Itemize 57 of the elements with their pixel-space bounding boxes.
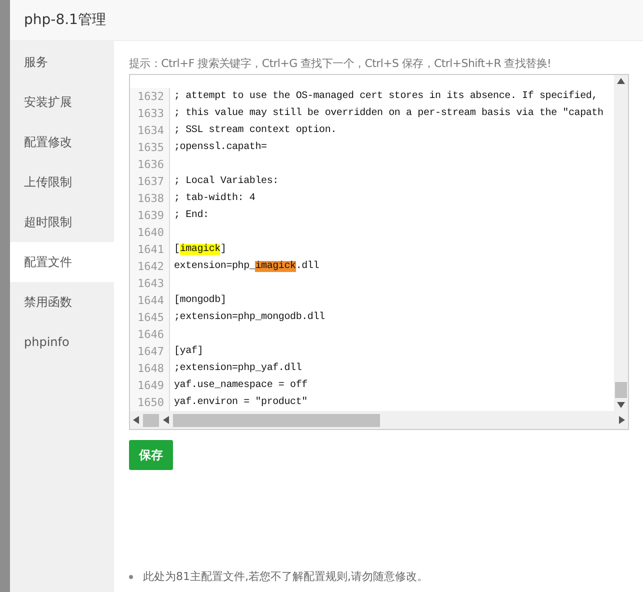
line-number: 1645	[130, 309, 170, 326]
horizontal-scrollbar[interactable]	[130, 411, 628, 429]
code-line: ;openssl.capath=	[173, 142, 267, 153]
scroll-thumb[interactable]	[173, 414, 380, 426]
line-number: 1640	[130, 224, 170, 241]
line-number: 1635	[130, 139, 170, 156]
sidebar-item[interactable]: 配置文件	[10, 242, 114, 282]
sidebar-item[interactable]: 配置修改	[10, 122, 114, 162]
line-number: 1641	[130, 241, 170, 258]
line-number: 1639	[130, 207, 170, 224]
code-line: [mongodb]	[173, 295, 226, 306]
line-number: 1644	[130, 292, 170, 309]
code-line: ; attempt to use the OS-managed cert stores in its absence. If specified,	[173, 91, 598, 102]
line-number: 1632	[130, 88, 170, 105]
scroll-thumb[interactable]	[615, 382, 627, 398]
line-number: 1637	[130, 173, 170, 190]
scroll-up-icon[interactable]	[617, 78, 625, 84]
scroll-thumb[interactable]	[143, 414, 159, 426]
line-number: 1633	[130, 105, 170, 122]
code-line: yaf.use_namespace = off	[173, 380, 308, 391]
line-number: 1647	[130, 343, 170, 360]
sidebar-item[interactable]: 服务	[10, 42, 114, 82]
vertical-scrollbar[interactable]	[614, 75, 628, 411]
code-line: ; SSL stream context option.	[173, 125, 336, 136]
sidebar-item[interactable]: phpinfo	[10, 322, 114, 362]
code-line: yaf.environ = "product"	[173, 397, 308, 408]
bullet-icon	[129, 574, 133, 578]
line-number: 1643	[130, 275, 170, 292]
line-number: 1649	[130, 377, 170, 394]
code-line: ; Local Variables:	[173, 176, 278, 187]
sidebar-item[interactable]: 安装扩展	[10, 82, 114, 122]
code-line: ; End:	[173, 210, 209, 221]
sidebar-item[interactable]: 上传限制	[10, 162, 114, 202]
sidebar-item[interactable]: 禁用函数	[10, 282, 114, 322]
code-line: [yaf]	[173, 346, 204, 357]
scroll-down-icon[interactable]	[617, 402, 625, 408]
code-line: ;extension=php_yaf.dll	[173, 363, 302, 374]
scroll-right-icon[interactable]	[619, 416, 625, 424]
line-number: 1638	[130, 190, 170, 207]
window-title: php-8.1管理	[24, 11, 106, 29]
hint-text: 提示：Ctrl+F 搜索关键字，Ctrl+G 查找下一个，Ctrl+S 保存，Ctrl+Shift+R 查找替换!	[129, 56, 552, 72]
code-line: ;extension=php_mongodb.dll	[173, 312, 325, 323]
line-number: 1650	[130, 394, 170, 411]
line-number: 1648	[130, 360, 170, 377]
code-line: [imagick]	[173, 244, 226, 255]
code-line: ; this value may still be overridden on a per-stream basis via the "capath	[173, 108, 604, 119]
code-editor[interactable]	[129, 74, 629, 430]
line-number: 1636	[130, 156, 170, 173]
scroll-left-icon[interactable]	[163, 416, 169, 424]
line-number: 1646	[130, 326, 170, 343]
scroll-left-icon[interactable]	[133, 416, 139, 424]
note-text: 此处为81主配置文件,若您不了解配置规则,请勿随意修改。	[143, 569, 428, 584]
code-line: ; tab-width: 4	[173, 193, 256, 204]
sidebar-item[interactable]: 超时限制	[10, 202, 114, 242]
line-number: 1634	[130, 122, 170, 139]
code-line: extension=php_imagick.dll	[173, 261, 320, 272]
line-number: 1642	[130, 258, 170, 275]
